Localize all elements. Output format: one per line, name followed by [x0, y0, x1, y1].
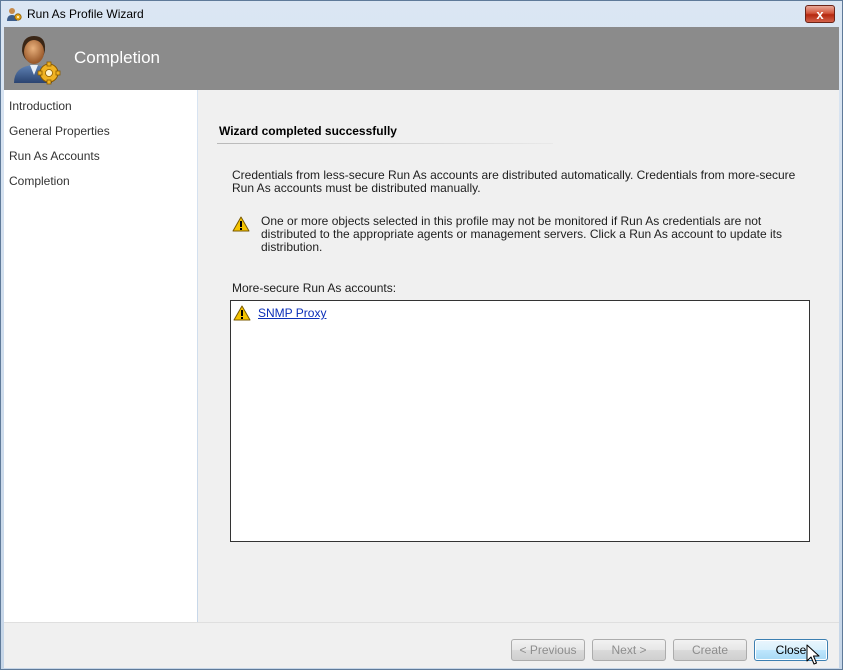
completion-panel: Wizard completed successfully Credential… [198, 90, 839, 622]
section-divider [217, 143, 553, 144]
page-title: Completion [74, 48, 160, 67]
warning-text: One or more objects selected in this pro… [261, 214, 782, 254]
more-secure-accounts-list[interactable]: SNMP Proxy [230, 300, 810, 542]
wizard-header: Completion [4, 27, 839, 90]
nav-item-run-as-accounts[interactable]: Run As Accounts [9, 149, 100, 163]
wizard-step-nav: Introduction General Properties Run As A… [4, 90, 197, 622]
window-close-button[interactable]: x [805, 5, 835, 23]
accounts-list-label: More-secure Run As accounts: [232, 281, 397, 295]
title-bar[interactable]: Run As Profile Wizard x [1, 1, 842, 27]
previous-button[interactable]: < Previous [511, 639, 585, 661]
wizard-footer: < Previous Next > Create Close [4, 622, 839, 668]
account-link-snmp-proxy[interactable]: SNMP Proxy [258, 306, 326, 320]
nav-item-completion[interactable]: Completion [9, 174, 70, 188]
close-icon: x [816, 6, 824, 22]
section-title: Wizard completed successfully [219, 124, 397, 138]
distribution-info-text: Credentials from less-secure Run As acco… [232, 168, 796, 195]
nav-item-general-properties[interactable]: General Properties [9, 124, 110, 138]
warning-icon [233, 305, 251, 321]
list-item[interactable]: SNMP Proxy [233, 305, 326, 321]
mouse-cursor-icon [806, 644, 820, 666]
next-button[interactable]: Next > [592, 639, 666, 661]
wizard-app-icon [6, 6, 22, 22]
user-gear-icon [12, 33, 62, 85]
create-button[interactable]: Create [673, 639, 747, 661]
nav-item-introduction[interactable]: Introduction [9, 99, 72, 113]
warning-icon [232, 216, 250, 232]
wizard-window: Run As Profile Wizard x Completion Intro… [0, 0, 843, 670]
window-title: Run As Profile Wizard [27, 7, 144, 21]
